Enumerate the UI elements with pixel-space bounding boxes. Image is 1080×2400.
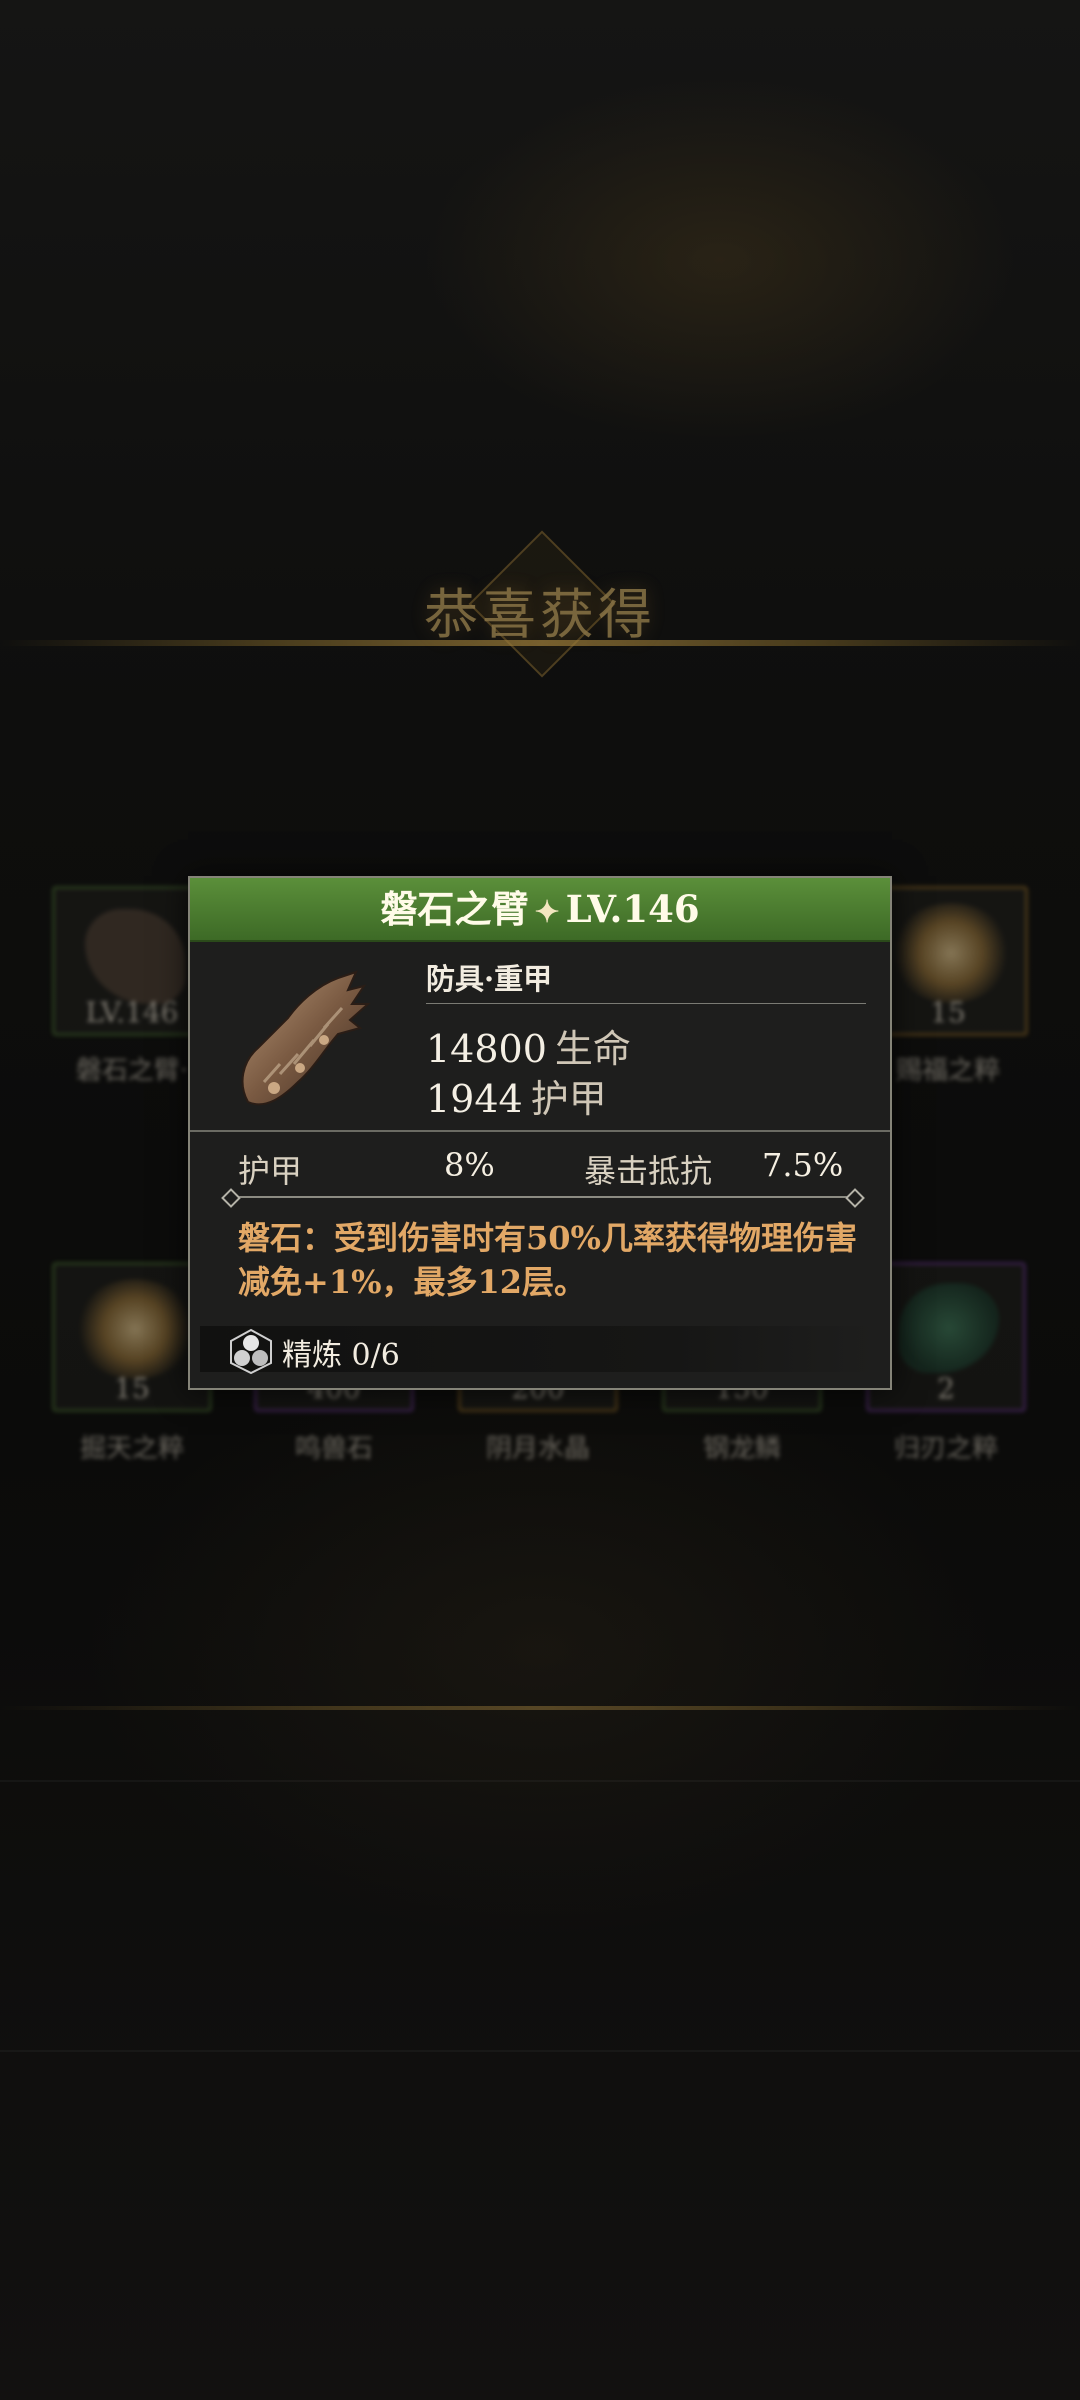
reward-name: 鸣兽石 bbox=[294, 1434, 373, 1464]
refine-icon bbox=[230, 1328, 272, 1374]
essence-icon bbox=[891, 903, 1011, 1003]
floor-line bbox=[0, 1780, 1080, 1782]
reward-name: 掘天之粹 bbox=[79, 1434, 184, 1464]
refine-label: 精炼 bbox=[282, 1338, 342, 1373]
reward-name: 归刃之粹 bbox=[893, 1434, 998, 1464]
stat-label: 生命 bbox=[554, 1027, 631, 1071]
divider bbox=[426, 1003, 866, 1004]
congrats-title: 恭喜获得 bbox=[424, 583, 656, 646]
blade-essence-icon bbox=[899, 1283, 999, 1373]
essence-icon bbox=[75, 1279, 195, 1379]
refine-status: 精炼 0/6 bbox=[282, 1330, 400, 1374]
divider bbox=[230, 1196, 854, 1198]
reward-count: 15 bbox=[930, 996, 966, 1029]
star-icon: ✦ bbox=[534, 895, 560, 930]
item-detail-card[interactable]: 磐石之臂 ✦ LV.146 防具·重甲 14800 生命 1944 护甲 护甲 8% 暴… bbox=[188, 876, 892, 1390]
stat-value: 1944 bbox=[426, 1077, 523, 1121]
reward-count: 2 bbox=[937, 1372, 955, 1405]
stat-value: 14800 bbox=[426, 1027, 547, 1071]
reward-count: LV.146 bbox=[85, 996, 179, 1029]
floor-line bbox=[0, 2050, 1080, 2052]
item-name: 磐石之臂 bbox=[380, 887, 529, 931]
bottom-divider bbox=[0, 1706, 1080, 1710]
substat-label: 护甲 bbox=[238, 1152, 303, 1190]
item-type: 防具·重甲 bbox=[426, 962, 553, 996]
arm-armor-icon bbox=[85, 909, 185, 1004]
reward-count: 15 bbox=[114, 1372, 150, 1405]
divider-ornament bbox=[845, 1188, 865, 1208]
substat-label: 暴击抵抗 bbox=[584, 1152, 713, 1190]
substat-value: 7.5% bbox=[762, 1146, 844, 1184]
reward-name: 阴月水晶 bbox=[485, 1434, 590, 1464]
stat-hp: 14800 生命 bbox=[426, 1018, 631, 1073]
stat-armor: 1944 护甲 bbox=[426, 1068, 607, 1123]
reward-name: 钢龙鳞 bbox=[702, 1434, 781, 1464]
arm-armor-icon bbox=[241, 970, 371, 1106]
stat-label: 护甲 bbox=[530, 1077, 607, 1121]
item-title-bar: 磐石之臂 ✦ LV.146 bbox=[190, 878, 890, 942]
skill-description: 磐石：受到伤害时有50%几率获得物理伤害减免+1%，最多12层。 bbox=[238, 1219, 857, 1301]
refine-value: 0/6 bbox=[351, 1338, 400, 1373]
divider bbox=[190, 1130, 890, 1132]
item-level: LV.146 bbox=[565, 887, 700, 931]
substat-value: 8% bbox=[444, 1146, 495, 1184]
reward-tile[interactable]: 15 bbox=[868, 886, 1028, 1036]
